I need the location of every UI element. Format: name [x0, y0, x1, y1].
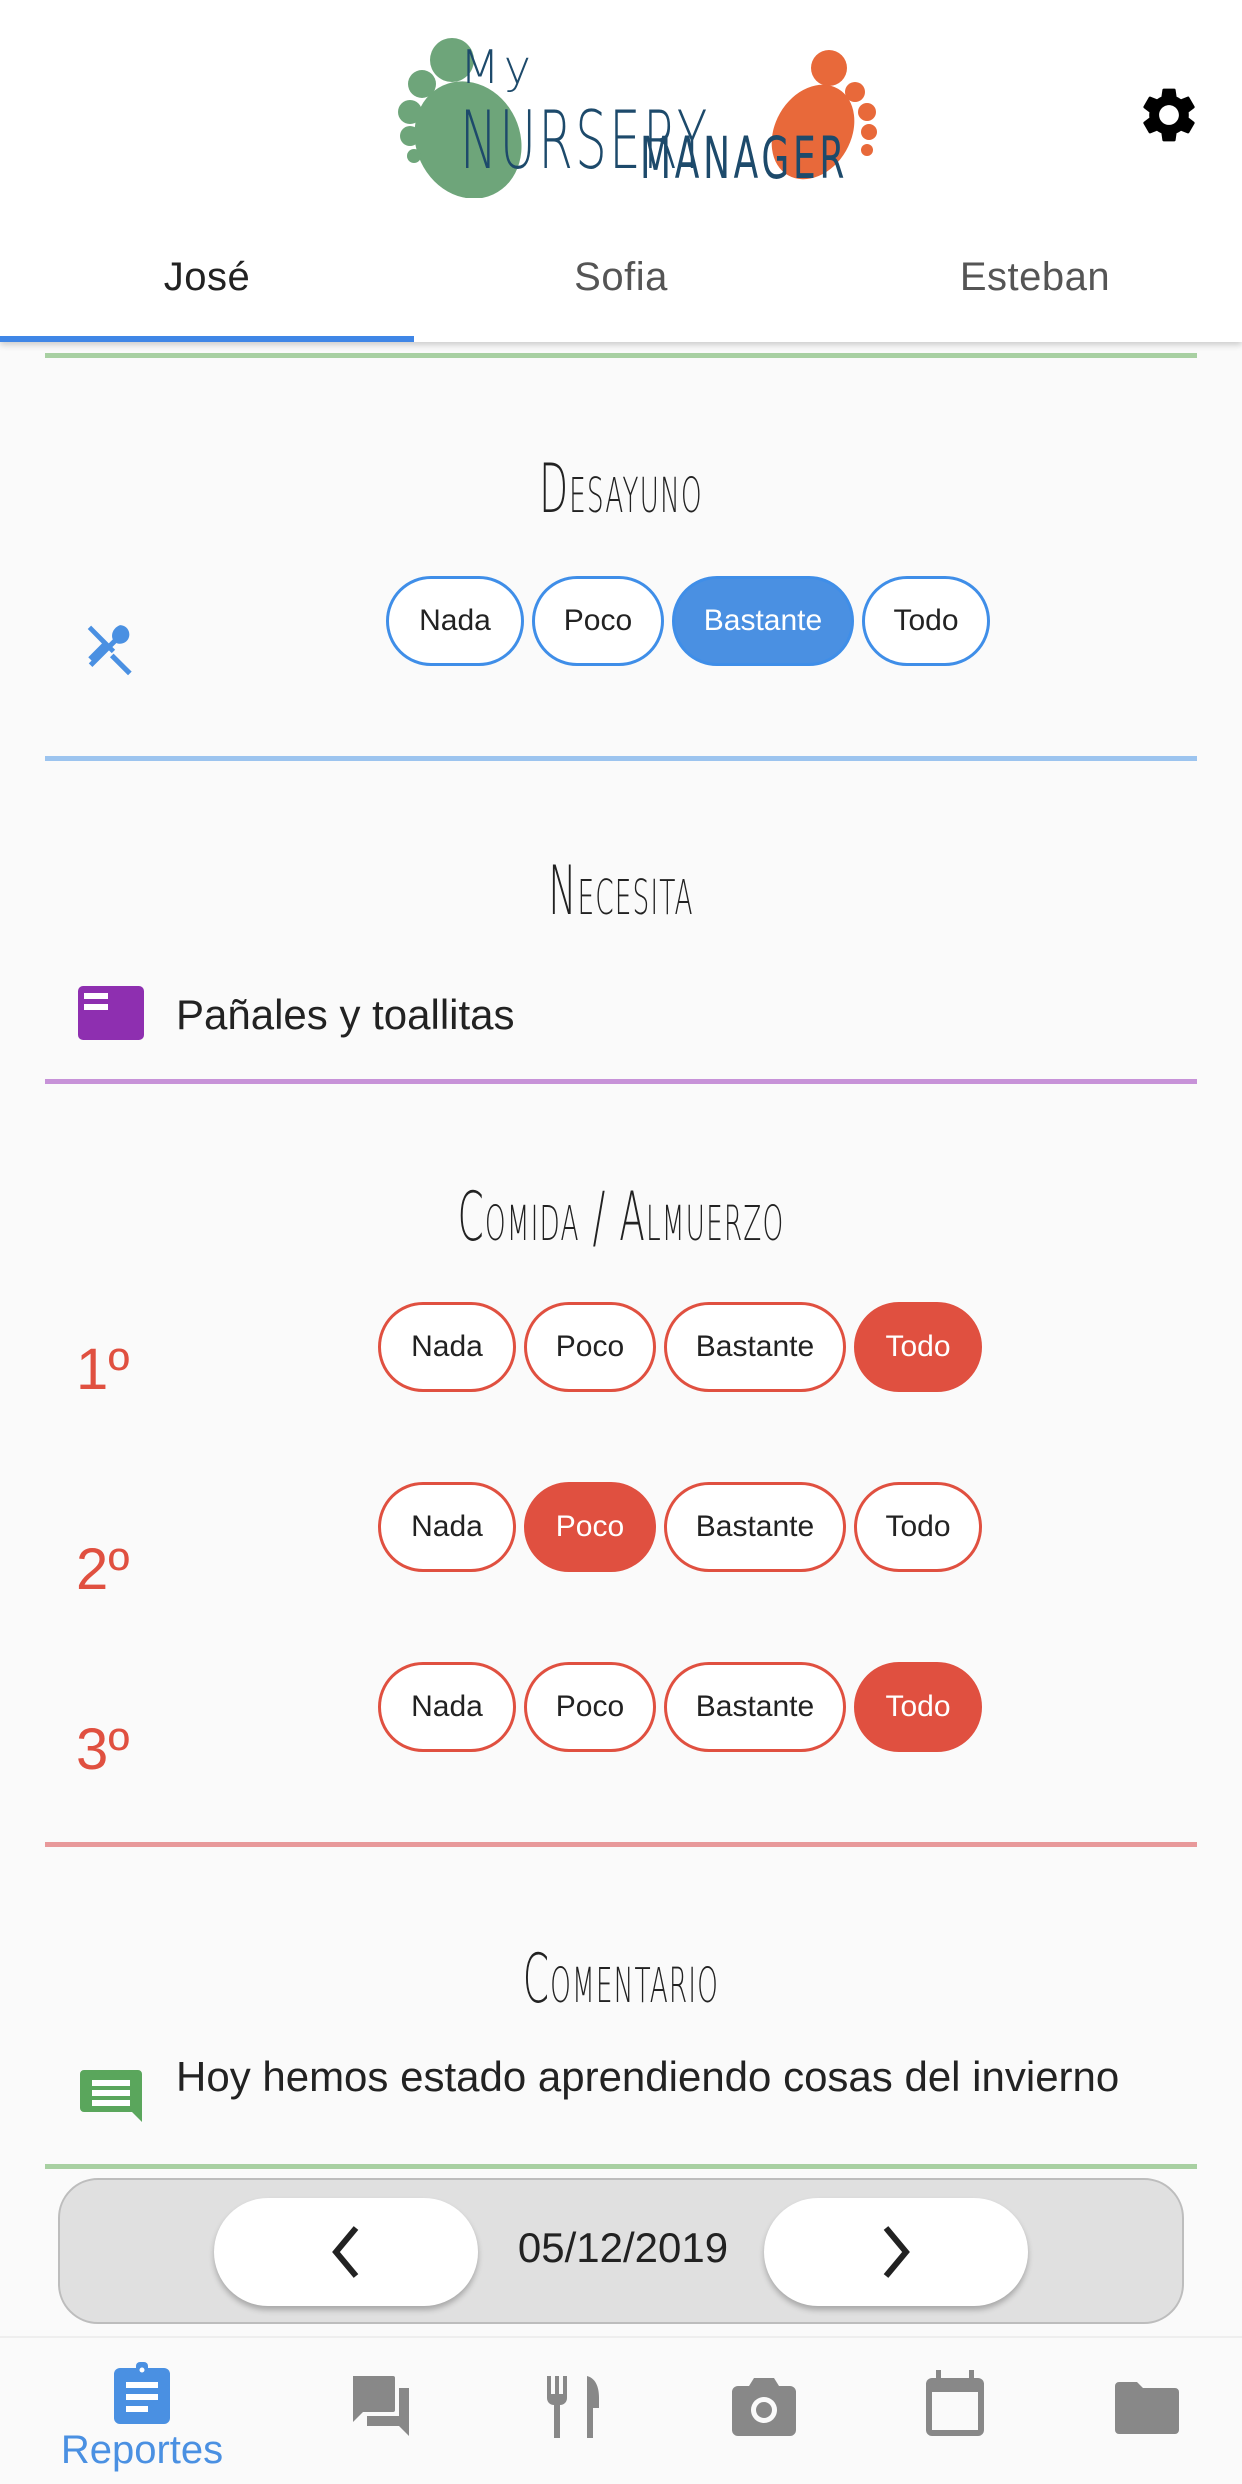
course-3-option-todo[interactable]: Todo — [854, 1662, 982, 1752]
section-title-necesita: Necesita — [548, 852, 694, 931]
option-label: Nada — [411, 1510, 483, 1543]
comment-icon — [80, 2070, 142, 2122]
course-3-option-nada[interactable]: Nada — [378, 1662, 516, 1752]
option-label: Todo — [893, 604, 959, 637]
course-label-2: 2º — [76, 1537, 130, 1602]
separator-purple — [45, 1079, 1197, 1084]
nav-menu[interactable] — [478, 2338, 668, 2484]
clipboard-icon — [114, 2362, 170, 2424]
section-title-comentario: Comentario — [522, 1940, 720, 2019]
option-label: Nada — [411, 1330, 483, 1363]
course-label-3: 3º — [76, 1717, 130, 1782]
date-navigator: 05/12/2019 — [58, 2178, 1184, 2324]
comentario-text: Hoy hemos estado aprendiendo cosas del i… — [176, 2053, 1120, 2100]
nav-reportes[interactable]: Reportes — [47, 2338, 237, 2484]
necesita-text: Pañales y toallitas — [176, 991, 515, 1038]
nav-label: Reportes — [60, 2428, 224, 2472]
tab-jose[interactable]: José — [0, 212, 414, 342]
note-icon — [78, 986, 144, 1040]
chevron-right-icon — [883, 2226, 910, 2278]
tab-label: Sofia — [574, 254, 668, 299]
course-2-options: Nada Poco Bastante Todo — [378, 1482, 982, 1572]
section-title-desayuno: Desayuno — [539, 450, 703, 529]
option-label: Poco — [555, 1510, 625, 1543]
option-label: Todo — [885, 1690, 951, 1723]
option-label: Bastante — [703, 604, 823, 637]
tab-label: Esteban — [959, 254, 1111, 299]
option-label: Bastante — [695, 1690, 815, 1723]
nav-documents[interactable] — [1052, 2338, 1242, 2484]
calendar-icon — [926, 2370, 984, 2436]
desayuno-option-bastante[interactable]: Bastante — [672, 576, 854, 666]
option-label: Todo — [885, 1330, 951, 1363]
app-screen: MyNURSERY MANAGER José Sofia Esteban Des… — [0, 0, 1242, 2484]
logo-my: My — [460, 40, 535, 94]
gear-icon[interactable] — [1136, 82, 1202, 148]
logo-manager: MANAGER — [640, 124, 849, 192]
course-3-option-poco[interactable]: Poco — [524, 1662, 656, 1752]
option-label: Bastante — [695, 1510, 815, 1543]
cutlery-icon — [87, 625, 132, 676]
course-2-option-nada[interactable]: Nada — [378, 1482, 516, 1572]
course-1-options: Nada Poco Bastante Todo — [378, 1302, 982, 1392]
restaurant-icon — [547, 2376, 599, 2438]
course-1-option-nada[interactable]: Nada — [378, 1302, 516, 1392]
desayuno-option-nada[interactable]: Nada — [386, 576, 524, 666]
child-tabs: José Sofia Esteban — [0, 212, 1242, 342]
course-1-option-todo[interactable]: Todo — [854, 1302, 982, 1392]
course-3-option-bastante[interactable]: Bastante — [664, 1662, 846, 1752]
nav-chat[interactable] — [286, 2338, 476, 2484]
bottom-navigation: Reportes — [0, 2336, 1242, 2484]
course-label-1: 1º — [76, 1337, 130, 1402]
option-label: Bastante — [695, 1330, 815, 1363]
folder-icon — [1115, 2382, 1179, 2434]
app-header: MyNURSERY MANAGER José Sofia Esteban — [0, 0, 1242, 342]
tab-sofia[interactable]: Sofia — [414, 212, 828, 342]
separator-green-bottom — [45, 2164, 1197, 2169]
option-label: Nada — [411, 1690, 483, 1723]
section-title-comida: Comida / Almuerzo — [457, 1178, 785, 1257]
desayuno-option-poco[interactable]: Poco — [532, 576, 664, 666]
option-label: Poco — [555, 1330, 625, 1363]
tab-label: José — [163, 254, 251, 299]
desayuno-options: Nada Poco Bastante Todo — [386, 576, 990, 666]
option-label: Nada — [419, 604, 491, 637]
course-2-option-todo[interactable]: Todo — [854, 1482, 982, 1572]
course-1-option-bastante[interactable]: Bastante — [664, 1302, 846, 1392]
chat-icon — [353, 2376, 409, 2436]
separator-blue — [45, 756, 1197, 761]
tab-esteban[interactable]: Esteban — [828, 212, 1242, 342]
nav-calendar[interactable] — [860, 2338, 1050, 2484]
desayuno-option-todo[interactable]: Todo — [862, 576, 990, 666]
nav-photos[interactable] — [669, 2338, 859, 2484]
option-label: Todo — [885, 1510, 951, 1543]
option-label: Poco — [563, 604, 633, 637]
course-2-option-bastante[interactable]: Bastante — [664, 1482, 846, 1572]
option-label: Poco — [555, 1690, 625, 1723]
app-logo: MyNURSERY MANAGER — [380, 28, 880, 198]
course-3-options: Nada Poco Bastante Todo — [378, 1662, 982, 1752]
separator-red — [45, 1842, 1197, 1847]
course-2-option-poco[interactable]: Poco — [524, 1482, 656, 1572]
camera-icon — [732, 2378, 796, 2436]
separator-green — [45, 353, 1197, 358]
next-day-button[interactable] — [764, 2198, 1028, 2306]
course-1-option-poco[interactable]: Poco — [524, 1302, 656, 1392]
